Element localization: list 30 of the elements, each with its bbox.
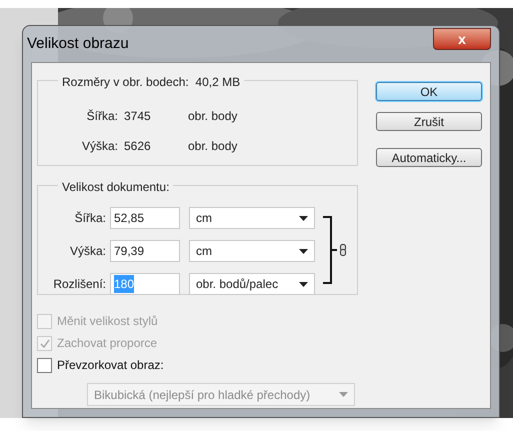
unit-label: obr. body	[188, 138, 238, 155]
window-title: Velikost obrazu	[27, 34, 129, 54]
checkbox-label: Převzorkovat obraz:	[57, 357, 164, 374]
chain-link-icon	[340, 244, 346, 256]
unit-dropdown[interactable]: cm	[189, 240, 315, 262]
input-field[interactable]: 79,39	[110, 240, 180, 262]
unit-label: obr. body	[188, 108, 238, 125]
caret-icon	[299, 216, 308, 220]
dialog-button[interactable]: Automaticky...	[376, 148, 482, 167]
field-label: Výška:	[80, 138, 118, 155]
checkbox-label: Měnit velikost stylů	[57, 313, 158, 330]
field-label: Rozlišení:	[52, 276, 107, 293]
caret-icon	[299, 248, 308, 254]
unit-dropdown[interactable]: obr. bodů/palec	[189, 273, 315, 295]
checkbox-label: Zachovat proporce	[57, 335, 158, 352]
field-label: Šířka:	[86, 108, 118, 125]
checkbox[interactable]	[37, 358, 52, 372]
check-icon	[40, 338, 50, 348]
field-value: 3745	[123, 108, 152, 125]
caret-icon	[299, 282, 308, 286]
unit-dropdown[interactable]: cm	[189, 207, 315, 229]
field-label: Šířka:	[74, 210, 107, 227]
dialog-button[interactable]: Zrušit	[376, 112, 482, 131]
input-field[interactable]: 52,85	[110, 207, 180, 229]
field-label: Výška:	[68, 243, 107, 260]
close-button[interactable]: x	[433, 28, 491, 50]
dialog-button[interactable]: OK	[376, 82, 482, 101]
field-value: 5626	[123, 138, 152, 155]
link-bracket	[323, 216, 337, 284]
caret-icon	[339, 392, 348, 397]
